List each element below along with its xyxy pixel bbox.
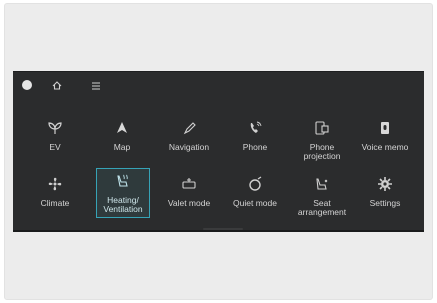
- tile-label: Seat arrangement: [297, 198, 347, 217]
- infotainment-screen: EV Map Navigation Phone Phone projection…: [13, 71, 424, 232]
- tile-settings[interactable]: Settings: [354, 172, 416, 224]
- tile-voice-memo[interactable]: Voice memo: [354, 116, 416, 168]
- tile-climate[interactable]: Climate: [24, 172, 86, 224]
- page-indicator: [203, 228, 243, 230]
- tile-label: Voice memo: [361, 142, 409, 152]
- phone-icon: [244, 117, 266, 139]
- tile-valet-mode[interactable]: Valet mode: [158, 172, 220, 224]
- tile-label: Phone: [242, 142, 268, 152]
- tile-label: Settings: [369, 198, 401, 208]
- tile-quiet-mode[interactable]: Quiet mode: [224, 172, 286, 224]
- tile-label: Heating/ Ventilation: [103, 195, 143, 214]
- seat-icon: [311, 173, 333, 195]
- tile-label: Climate: [40, 198, 70, 208]
- tile-phone-projection[interactable]: Phone projection: [291, 116, 353, 168]
- tile-ev[interactable]: EV: [24, 116, 86, 168]
- gear-icon: [374, 173, 396, 195]
- tile-label: Valet mode: [167, 198, 211, 208]
- arrow-up-icon: [111, 117, 133, 139]
- phone-projection-icon: [311, 117, 333, 139]
- tile-navigation[interactable]: Navigation: [158, 116, 220, 168]
- tile-map[interactable]: Map: [91, 116, 153, 168]
- tile-label: Navigation: [168, 142, 210, 152]
- app-grid: EV Map Navigation Phone Phone projection…: [13, 72, 424, 230]
- valet-icon: [178, 173, 200, 195]
- voice-memo-icon: [374, 117, 396, 139]
- tile-label: Map: [113, 142, 131, 152]
- seat-heating-icon: [112, 170, 134, 192]
- quiet-icon: [244, 173, 266, 195]
- tile-label: Quiet mode: [233, 198, 277, 208]
- tile-phone[interactable]: Phone: [224, 116, 286, 168]
- tile-heating-ventilation[interactable]: Heating/ Ventilation: [96, 168, 150, 218]
- tile-seat-arrangement[interactable]: Seat arrangement: [291, 172, 353, 224]
- leaf-icon: [44, 117, 66, 139]
- compass-icon: [178, 117, 200, 139]
- tile-label: Phone projection: [303, 142, 341, 161]
- tile-label: EV: [49, 142, 61, 152]
- fan-icon: [44, 173, 66, 195]
